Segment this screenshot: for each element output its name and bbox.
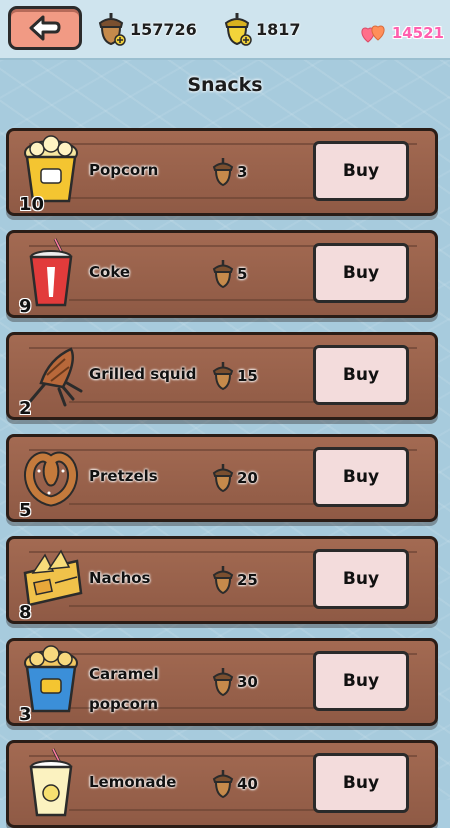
acorn-icon bbox=[212, 668, 234, 697]
golden-acorn-icon bbox=[224, 13, 252, 46]
item-price: 5 bbox=[211, 259, 247, 289]
page-title: Snacks bbox=[187, 74, 263, 96]
price-value: 3 bbox=[237, 163, 248, 181]
heart-count: 14521 bbox=[391, 24, 444, 42]
hearts-icon bbox=[361, 25, 385, 43]
item-name: Caramel popcorn bbox=[89, 659, 199, 719]
heart-counter: 14521 bbox=[360, 16, 444, 50]
acorn-icon bbox=[212, 566, 234, 595]
buy-button-grilled-squid[interactable]: Buy bbox=[313, 345, 409, 405]
shop-row-nachos: 8 Nachos 25 Buy bbox=[6, 536, 438, 624]
top-bar: 157726 1817 14521 bbox=[0, 0, 450, 60]
price-value: 5 bbox=[237, 265, 248, 283]
acorn-counter: 157726 bbox=[96, 12, 197, 46]
item-quantity: 2 bbox=[19, 398, 32, 419]
back-arrow-icon bbox=[29, 15, 61, 41]
golden-acorn-count: 1817 bbox=[256, 19, 301, 39]
item-name-line2: popcorn bbox=[89, 695, 159, 713]
buy-button-popcorn[interactable]: Buy bbox=[313, 141, 409, 201]
acorn-icon bbox=[212, 260, 234, 289]
golden-acorn-counter: 1817 bbox=[222, 12, 301, 46]
price-value: 15 bbox=[237, 367, 258, 385]
buy-button-coke[interactable]: Buy bbox=[313, 243, 409, 303]
price-value: 30 bbox=[237, 673, 258, 691]
item-price: 20 bbox=[211, 463, 258, 493]
acorn-icon bbox=[212, 770, 234, 799]
back-button[interactable] bbox=[8, 6, 82, 50]
lemonade-icon bbox=[29, 748, 73, 817]
buy-button-caramel-popcorn[interactable]: Buy bbox=[313, 651, 409, 711]
buy-button-pretzels[interactable]: Buy bbox=[313, 447, 409, 507]
item-name: Pretzels bbox=[89, 467, 158, 485]
acorn-icon bbox=[212, 362, 234, 391]
item-name: Popcorn bbox=[89, 161, 159, 179]
item-name: Grilled squid bbox=[89, 365, 197, 383]
shop-row-pretzels: 5 Pretzels 20 Buy bbox=[6, 434, 438, 522]
acorn-icon bbox=[98, 13, 126, 46]
item-price: 40 bbox=[211, 769, 258, 799]
item-quantity: 10 bbox=[19, 194, 45, 215]
shop-row-caramel-popcorn: 3 Caramel popcorn 30 Buy bbox=[6, 638, 438, 726]
buy-button-lemonade[interactable]: Buy bbox=[313, 753, 409, 813]
item-quantity: 3 bbox=[19, 704, 32, 725]
item-name-line1: Caramel bbox=[89, 665, 159, 683]
shop-row-popcorn: 10 Popcorn 3 Buy bbox=[6, 128, 438, 216]
buy-button-nachos[interactable]: Buy bbox=[313, 549, 409, 609]
acorn-icon bbox=[212, 158, 234, 187]
item-price: 25 bbox=[211, 565, 258, 595]
shop-row-coke: 9 Coke 5 Buy bbox=[6, 230, 438, 318]
item-quantity: 9 bbox=[19, 296, 32, 317]
acorn-count: 157726 bbox=[130, 19, 197, 39]
shop-row-grilled-squid: 2 Grilled squid 15 Buy bbox=[6, 332, 438, 420]
item-name: Lemonade bbox=[89, 773, 177, 791]
item-price: 15 bbox=[211, 361, 258, 391]
price-value: 20 bbox=[237, 469, 258, 487]
shop-row-lemonade: Lemonade 40 Buy bbox=[6, 740, 438, 828]
item-name: Nachos bbox=[89, 569, 151, 587]
item-name: Coke bbox=[89, 263, 131, 281]
acorn-icon bbox=[212, 464, 234, 493]
item-quantity: 5 bbox=[19, 500, 32, 521]
item-quantity: 8 bbox=[19, 602, 32, 623]
price-value: 40 bbox=[237, 775, 258, 793]
price-value: 25 bbox=[237, 571, 258, 589]
item-price: 30 bbox=[211, 667, 258, 697]
item-price: 3 bbox=[211, 157, 247, 187]
